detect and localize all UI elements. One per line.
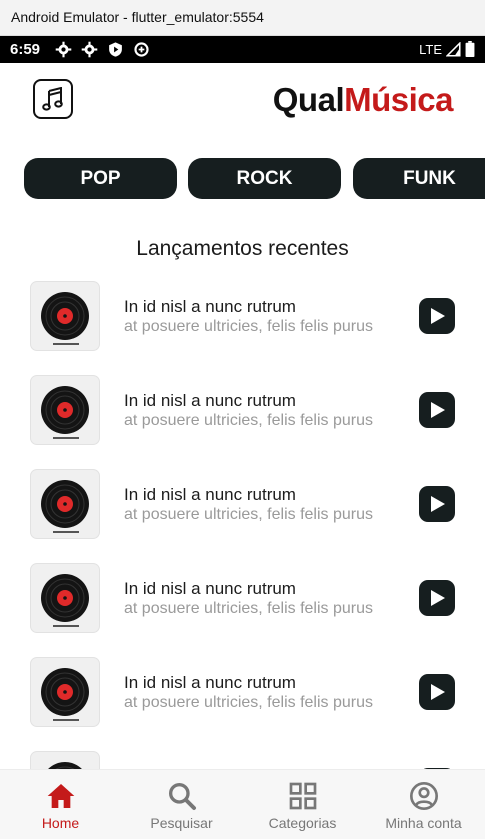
network-type: LTE <box>419 41 442 57</box>
track-title: In id nisl a nunc rutrum <box>124 391 296 410</box>
play-button[interactable] <box>419 486 455 522</box>
track-row[interactable]: In id nisl a nunc rutrum at posuere ultri… <box>0 375 485 469</box>
settings-icon <box>81 41 98 58</box>
play-icon <box>431 684 445 700</box>
track-title: In id nisl a nunc rutrum <box>124 579 296 598</box>
album-cover <box>30 657 100 727</box>
nav-categories[interactable]: Categorias <box>242 780 363 831</box>
vinyl-record-icon <box>41 480 89 528</box>
settings-icon <box>55 41 72 58</box>
play-icon <box>431 308 445 324</box>
vinyl-record-icon <box>48 762 82 769</box>
track-subtitle: at posuere ultricies, felis felis purus <box>124 506 373 523</box>
nav-home[interactable]: Home <box>0 780 121 831</box>
cover-caption-mark <box>53 437 79 439</box>
album-cover <box>30 281 100 351</box>
status-bar: 6:59 LTE <box>0 36 485 63</box>
play-icon <box>431 590 445 606</box>
album-cover <box>30 563 100 633</box>
battery-icon <box>465 41 475 57</box>
play-icon <box>431 496 445 512</box>
cover-caption-mark <box>53 625 79 627</box>
play-button[interactable] <box>419 580 455 616</box>
track-subtitle: at posuere ultricies, felis felis purus <box>124 600 373 617</box>
data-saver-icon <box>134 42 149 57</box>
home-icon <box>47 784 74 808</box>
track-title: In id nisl a nunc rutrum <box>124 485 296 504</box>
nav-categories-label: Categorias <box>268 815 337 831</box>
track-row[interactable]: In id nisl a nunc rutrum at posuere ultri… <box>0 469 485 563</box>
album-cover <box>30 469 100 539</box>
track-row[interactable]: In id nisl a nunc rutrumat posuere ultri… <box>0 751 485 769</box>
cover-caption-mark <box>53 531 79 533</box>
window-title: Android Emulator - flutter_emulator:5554 <box>11 9 264 25</box>
brand-part1: Qual <box>272 81 345 118</box>
play-button[interactable] <box>419 392 455 428</box>
play-button[interactable] <box>419 298 455 334</box>
account-icon <box>409 782 438 810</box>
album-cover <box>30 751 100 769</box>
music-note-icon <box>33 79 73 119</box>
brand-part2: Música <box>344 81 453 118</box>
nav-account-label: Minha conta <box>385 815 462 831</box>
signal-icon <box>446 41 461 57</box>
status-right: LTE <box>419 41 475 57</box>
genre-chip-rock[interactable]: ROCK <box>188 158 341 199</box>
grid-icon <box>289 782 316 810</box>
brand-logo: QualMúsica <box>272 81 454 119</box>
bottom-navigation: Home Pesquisar Categorias Minha conta <box>0 769 485 839</box>
album-cover <box>30 375 100 445</box>
track-title: In id nisl a nunc rutrum <box>124 673 296 692</box>
vinyl-record-icon <box>41 386 89 434</box>
play-button[interactable] <box>419 674 455 710</box>
track-subtitle: at posuere ultricies, felis felis purus <box>124 694 373 711</box>
cover-caption-mark <box>53 343 79 345</box>
search-icon <box>168 783 196 810</box>
nav-home-label: Home <box>41 815 80 831</box>
play-icon <box>431 402 445 418</box>
genre-chip-pop[interactable]: POP <box>24 158 177 199</box>
nav-search-label: Pesquisar <box>150 815 213 831</box>
genre-chip-funk[interactable]: FUNK <box>353 158 485 199</box>
track-title: In id nisl a nunc rutrum <box>124 297 296 316</box>
track-subtitle: at posuere ultricies, felis felis purus <box>124 318 373 335</box>
nav-search[interactable]: Pesquisar <box>121 780 242 831</box>
track-list: In id nisl a nunc rutrum at posuere ultri… <box>0 281 485 769</box>
section-title: Lançamentos recentes <box>136 237 349 260</box>
app-header: QualMúsica <box>0 63 485 143</box>
track-subtitle: at posuere ultricies, felis felis purus <box>124 412 373 429</box>
vinyl-record-icon <box>41 668 89 716</box>
status-time: 6:59 <box>10 41 41 58</box>
track-row[interactable]: In id nisl a nunc rutrum at posuere ultri… <box>0 657 485 751</box>
track-row[interactable]: In id nisl a nunc rutrum at posuere ultri… <box>0 281 485 375</box>
nav-account[interactable]: Minha conta <box>363 780 484 831</box>
genre-chips: POP ROCK FUNK <box>0 158 485 200</box>
shield-play-icon <box>109 42 122 57</box>
track-row[interactable]: In id nisl a nunc rutrum at posuere ultri… <box>0 563 485 657</box>
status-icons <box>55 41 150 58</box>
cover-caption-mark <box>53 719 79 721</box>
vinyl-record-icon <box>41 574 89 622</box>
vinyl-record-icon <box>41 292 89 340</box>
window-titlebar: Android Emulator - flutter_emulator:5554 <box>0 0 485 36</box>
